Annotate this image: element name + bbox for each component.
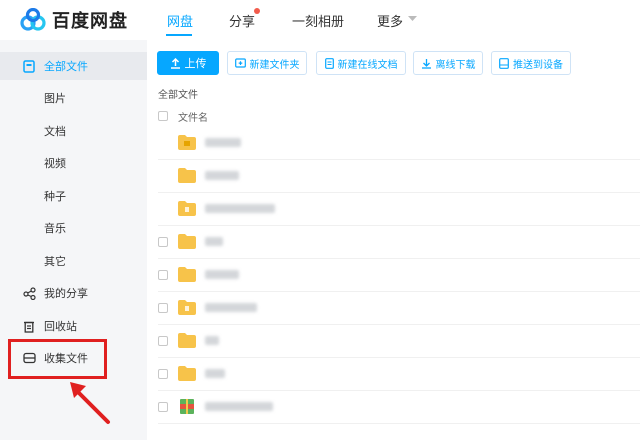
sidebar-item-videos[interactable]: 视频 bbox=[0, 149, 147, 177]
offline-download-button[interactable]: 离线下载 bbox=[413, 51, 483, 75]
select-all-checkbox[interactable] bbox=[158, 111, 168, 121]
row-checkbox[interactable] bbox=[158, 237, 168, 247]
highlight-annotation bbox=[8, 339, 107, 379]
sidebar-item-label: 我的分享 bbox=[44, 287, 88, 300]
chevron-down-icon[interactable] bbox=[408, 16, 417, 22]
top-bar: 百度网盘 网盘 分享 一刻相册 更多 bbox=[0, 0, 640, 40]
sidebar-item-label: 回收站 bbox=[44, 320, 77, 333]
table-row[interactable] bbox=[158, 259, 640, 292]
new-online-doc-label: 新建在线文档 bbox=[337, 59, 398, 71]
table-row[interactable] bbox=[158, 160, 640, 193]
sidebar-item-all-files[interactable]: 全部文件 bbox=[0, 52, 147, 80]
sidebar-item-music[interactable]: 音乐 bbox=[0, 214, 147, 242]
document-icon bbox=[324, 57, 334, 69]
folder-doc-icon bbox=[178, 300, 196, 315]
row-checkbox[interactable] bbox=[158, 369, 168, 379]
sidebar-item-other[interactable]: 其它 bbox=[0, 247, 147, 275]
sidebar-item-label: 文档 bbox=[44, 125, 66, 138]
file-name bbox=[205, 369, 225, 378]
baidu-netdisk-logo-icon bbox=[20, 8, 46, 31]
archive-icon bbox=[180, 399, 194, 414]
table-row[interactable] bbox=[158, 127, 640, 160]
table-row[interactable] bbox=[158, 391, 640, 424]
app-logo[interactable]: 百度网盘 bbox=[20, 7, 128, 33]
file-name bbox=[205, 402, 273, 411]
nav-share[interactable]: 分享 bbox=[229, 11, 255, 30]
column-filename[interactable]: 文件名 bbox=[178, 109, 208, 124]
file-name bbox=[205, 303, 257, 312]
table-row[interactable] bbox=[158, 226, 640, 259]
sidebar-item-my-shares[interactable]: 我的分享 bbox=[0, 279, 147, 307]
row-checkbox[interactable] bbox=[158, 402, 168, 412]
sidebar-item-label: 图片 bbox=[44, 92, 66, 105]
notification-dot bbox=[254, 8, 260, 14]
upload-button[interactable]: 上传 bbox=[157, 51, 219, 75]
file-list-header: 文件名 bbox=[158, 106, 640, 126]
table-row[interactable] bbox=[158, 292, 640, 325]
share-icon bbox=[22, 286, 36, 300]
nav-moment-album[interactable]: 一刻相册 bbox=[292, 11, 344, 30]
push-to-device-label: 推送到设备 bbox=[513, 59, 563, 71]
nav-netdisk[interactable]: 网盘 bbox=[167, 11, 193, 30]
offline-download-label: 离线下载 bbox=[435, 59, 476, 71]
row-checkbox[interactable] bbox=[158, 270, 168, 280]
new-folder-icon bbox=[234, 58, 246, 68]
file-name bbox=[205, 336, 219, 345]
file-name bbox=[205, 138, 241, 147]
sidebar-item-documents[interactable]: 文档 bbox=[0, 117, 147, 145]
table-row[interactable] bbox=[158, 193, 640, 226]
file-name bbox=[205, 204, 275, 213]
arrow-annotation-icon bbox=[70, 382, 110, 424]
table-row[interactable] bbox=[158, 325, 640, 358]
upload-icon bbox=[170, 57, 181, 69]
folder-doc-icon bbox=[178, 201, 196, 216]
breadcrumb[interactable]: 全部文件 bbox=[158, 86, 198, 101]
new-folder-button[interactable]: 新建文件夹 bbox=[227, 51, 307, 75]
folder-icon bbox=[178, 168, 196, 183]
nav-more[interactable]: 更多 bbox=[377, 11, 403, 30]
folder-doc-icon bbox=[22, 59, 36, 73]
push-to-device-button[interactable]: 推送到设备 bbox=[491, 51, 571, 75]
trash-icon bbox=[22, 319, 36, 333]
new-folder-label: 新建文件夹 bbox=[249, 59, 300, 71]
table-row[interactable] bbox=[158, 358, 640, 391]
sidebar-item-label: 全部文件 bbox=[44, 60, 88, 73]
sidebar-item-label: 种子 bbox=[44, 190, 66, 203]
file-name bbox=[205, 237, 223, 246]
download-icon bbox=[421, 58, 432, 69]
row-checkbox[interactable] bbox=[158, 303, 168, 313]
file-name bbox=[205, 270, 239, 279]
new-online-doc-button[interactable]: 新建在线文档 bbox=[316, 51, 406, 75]
folder-icon bbox=[178, 234, 196, 249]
locked-folder-icon bbox=[178, 135, 196, 150]
sidebar-item-torrents[interactable]: 种子 bbox=[0, 182, 147, 210]
device-icon bbox=[499, 57, 509, 69]
upload-label: 上传 bbox=[184, 57, 207, 70]
logo-text: 百度网盘 bbox=[52, 11, 128, 32]
sidebar-item-label: 视频 bbox=[44, 157, 66, 170]
sidebar-item-label: 音乐 bbox=[44, 222, 66, 235]
file-name bbox=[205, 171, 239, 180]
row-checkbox[interactable] bbox=[158, 336, 168, 346]
sidebar-item-pictures[interactable]: 图片 bbox=[0, 84, 147, 112]
folder-icon bbox=[178, 333, 196, 348]
sidebar-item-recycle-bin[interactable]: 回收站 bbox=[0, 312, 147, 340]
folder-icon bbox=[178, 267, 196, 282]
folder-icon bbox=[178, 366, 196, 381]
nav-active-indicator bbox=[166, 34, 192, 36]
sidebar-item-label: 其它 bbox=[44, 255, 66, 268]
